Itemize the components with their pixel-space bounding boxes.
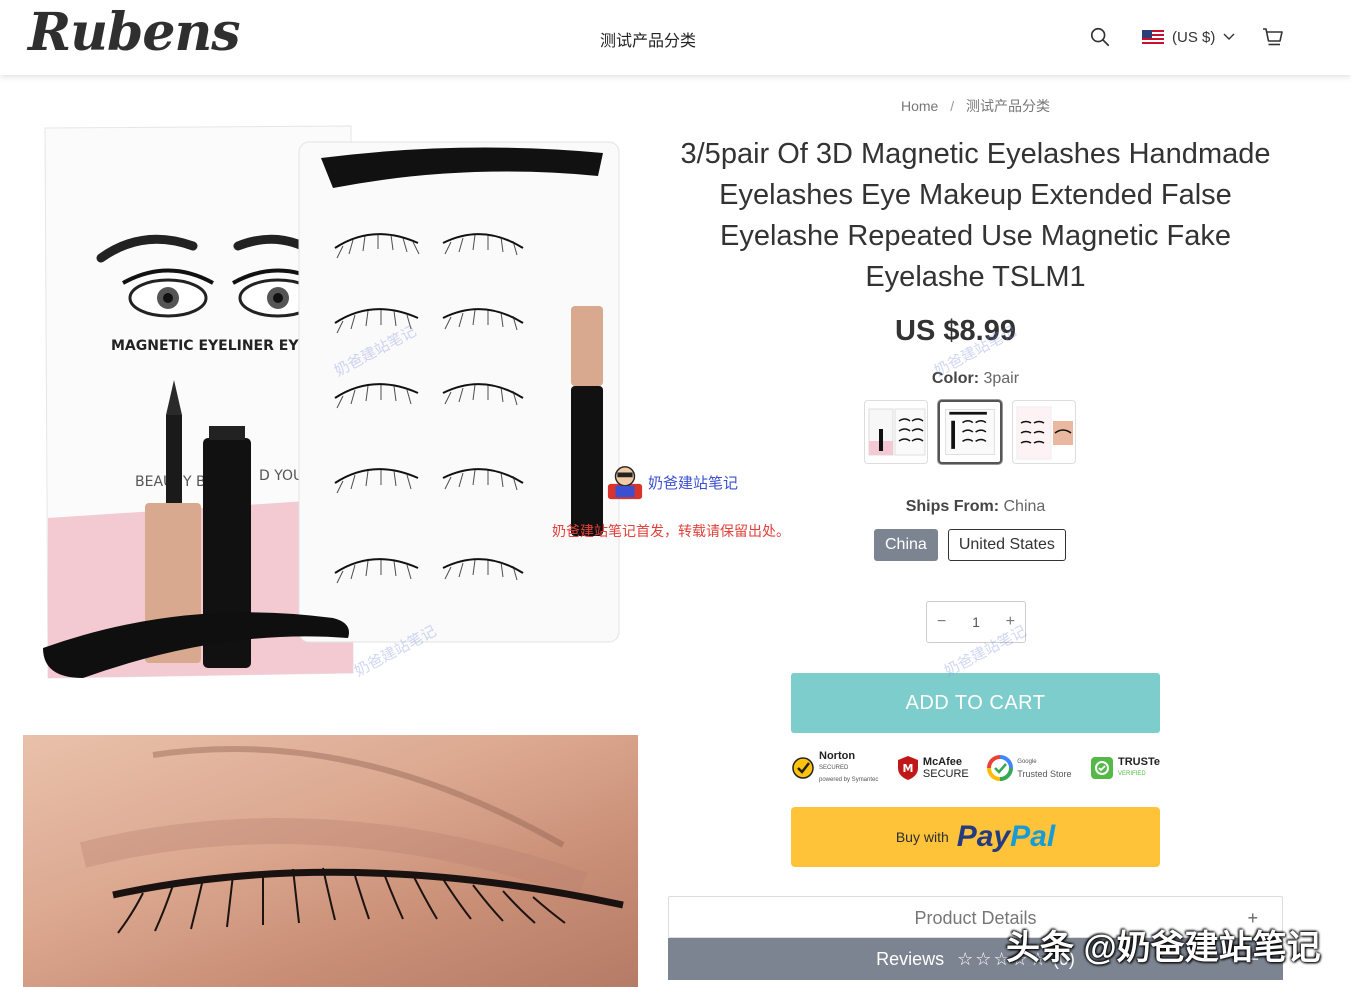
currency-label: (US $) — [1172, 28, 1216, 46]
eye-closeup-photo — [79, 746, 624, 934]
add-to-cart-button[interactable]: ADD TO CART — [791, 673, 1160, 733]
ships-from-label: Ships From: — [905, 498, 1000, 515]
product-image-eye[interactable] — [23, 735, 638, 987]
breadcrumb-home[interactable]: Home — [901, 98, 938, 114]
reviews-label: Reviews — [876, 949, 945, 969]
swatch-thumbnail — [868, 408, 926, 456]
us-flag-icon — [1142, 29, 1164, 45]
eyelash-kit-photo: MAGNETIC EYELINER EYELASH SE BEAU Y BE D… — [43, 125, 620, 679]
product-image-main[interactable]: MAGNETIC EYELINER EYELASH SE BEAU Y BE D… — [23, 118, 638, 706]
breadcrumb-current[interactable]: 测试产品分类 — [966, 98, 1050, 114]
ship-option-united-states[interactable]: United States — [947, 529, 1066, 561]
breadcrumb: Home / 测试产品分类 — [668, 96, 1283, 116]
color-swatch-3[interactable] — [1012, 400, 1076, 464]
watermark-caption: 奶爸建站笔记首发，转载请保留出处。 — [552, 523, 790, 539]
norton-check-icon — [792, 757, 814, 779]
google-trusted-store-badge: Google Trusted Store — [987, 755, 1071, 781]
swatch-thumbnail — [1016, 406, 1073, 460]
ships-from-value: China — [1003, 498, 1046, 515]
site-logo[interactable]: Rubens — [28, 2, 241, 63]
nav-category-link[interactable]: 测试产品分类 — [600, 27, 696, 51]
truste-badge: TRUSTe VERIFIED — [1090, 756, 1160, 780]
truste-sub: VERIFIED — [1118, 771, 1146, 777]
breadcrumb-separator: / — [950, 98, 955, 114]
search-icon[interactable] — [1089, 26, 1111, 48]
paypal-logo-pay: Pay — [956, 820, 1011, 853]
paypal-logo-pal: Pal — [1010, 820, 1056, 853]
truste-name: TRUSTe — [1118, 756, 1160, 768]
watermark-avatar-icon — [607, 466, 643, 500]
color-value: 3pair — [983, 370, 1020, 387]
product-price: US $8.99 — [895, 315, 1016, 347]
swatch-thumbnail — [945, 409, 995, 455]
norton-badge: Norton SECURED powered by Symantec — [791, 750, 878, 786]
ship-option-china[interactable]: China — [874, 529, 938, 561]
watermark-bottom: 头条 @奶爸建站笔记 — [1006, 929, 1321, 967]
watermark-logo: 奶爸建站笔记 — [606, 463, 738, 501]
ships-from-options: China United States — [874, 529, 1066, 561]
color-swatch-2[interactable] — [938, 400, 1002, 464]
google-check-icon — [987, 755, 1014, 781]
google-name: Google — [1017, 759, 1037, 765]
paypal-logo: PayPal — [957, 820, 1055, 854]
quantity-value[interactable]: 1 — [972, 614, 980, 630]
norton-name: Norton — [819, 750, 856, 762]
watermark-site-name: 奶爸建站笔记 — [648, 474, 739, 492]
box-tagline-c: D YOU — [259, 468, 303, 484]
color-label-row: Color: 3pair — [668, 370, 1283, 388]
norton-sub2: powered by Symantec — [819, 777, 879, 783]
google-sub: Trusted Store — [1017, 769, 1072, 779]
currency-selector[interactable]: (US $) — [1142, 26, 1235, 48]
mcafee-shield-icon: M — [897, 756, 918, 780]
paypal-button[interactable]: Buy with PayPal — [791, 807, 1160, 867]
mcafee-sub: SECURE — [922, 768, 969, 780]
color-swatch-1[interactable] — [864, 400, 928, 464]
norton-sub: SECURED — [819, 765, 849, 771]
svg-text:M: M — [902, 762, 913, 775]
quantity-decrement-button[interactable]: − — [937, 613, 946, 631]
truste-check-icon — [1091, 757, 1114, 779]
ships-from-row: Ships From: China — [668, 498, 1283, 516]
trust-badges: Norton SECURED powered by Symantec M McA… — [791, 746, 1160, 790]
cart-icon[interactable] — [1261, 25, 1285, 49]
color-swatches — [864, 400, 1076, 464]
mcafee-badge: M McAfee SECURE — [897, 755, 969, 781]
product-title: 3/5pair Of 3D Magnetic Eyelashes Handmad… — [680, 138, 1271, 293]
site-header: Rubens 测试产品分类 (US $) — [0, 0, 1351, 75]
paypal-buy-with-label: Buy with — [895, 829, 949, 845]
mcafee-name: McAfee — [922, 756, 963, 768]
chevron-down-icon — [1223, 33, 1235, 40]
